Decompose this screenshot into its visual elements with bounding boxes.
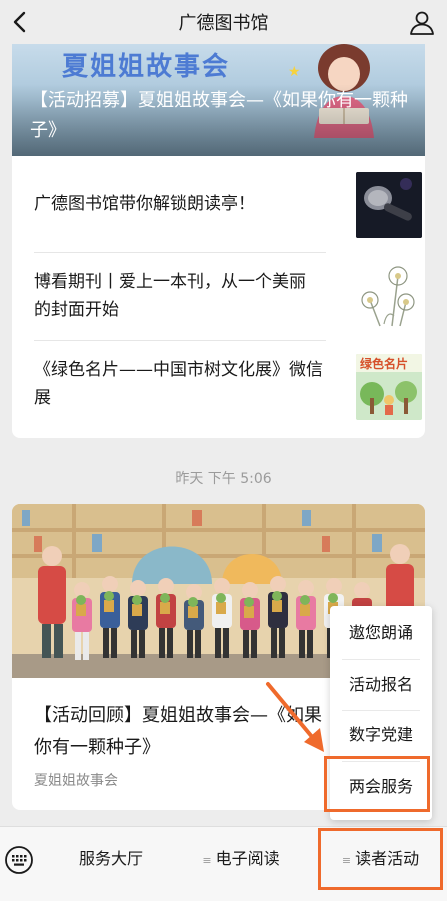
user-profile-icon[interactable] (409, 9, 435, 35)
list-item[interactable]: 《绿色名片——中国市树文化展》微信展 绿色名片 (34, 340, 422, 438)
pointer-arrow-icon (266, 682, 324, 752)
menu-item-party-building[interactable]: 数字党建 (330, 710, 432, 760)
svg-text:绿色名片: 绿色名片 (360, 356, 408, 371)
page-title: 广德图书馆 (178, 13, 269, 34)
list-item-title: 《绿色名片——中国市树文化展》微信展 (34, 360, 323, 408)
article-group-card: 夏姐姐故事会 ★ 【活动招募】夏姐姐故事会—《如果你有一颗种子》 广德图书馆带你… (12, 30, 425, 438)
microphone-thumbnail (356, 172, 422, 238)
list-item[interactable]: 广德图书馆带你解锁朗读亭！ (34, 156, 422, 253)
tab-label: 电子阅读 (215, 849, 280, 868)
nav-bar: 广德图书馆 (0, 0, 447, 44)
menu-item-registration[interactable]: 活动报名 (330, 660, 432, 710)
hero-article[interactable]: 夏姐姐故事会 ★ 【活动招募】夏姐姐故事会—《如果你有一颗种子》 (12, 30, 425, 156)
highlight-box-tab (318, 828, 443, 890)
message-timestamp: 昨天 下午 5:06 (175, 471, 272, 487)
keyboard-icon[interactable] (4, 845, 34, 875)
list-item-title: 博看期刊丨爱上一本刊，从一个美丽的封面开始 (34, 272, 306, 320)
list-item[interactable]: 博看期刊丨爱上一本刊，从一个美丽的封面开始 (34, 252, 422, 341)
tab-e-reading[interactable]: ≡ 电子阅读 (176, 827, 306, 891)
article-source: 夏姐姐故事会 (34, 773, 118, 789)
menu-lines-icon: ≡ (202, 854, 212, 867)
menu-item-recital[interactable]: 遨您朗诵 (330, 608, 432, 658)
tab-label: 服务大厅 (78, 849, 143, 868)
highlight-box-menu-item (324, 756, 430, 812)
green-card-thumbnail: 绿色名片 (356, 354, 422, 420)
list-item-title: 广德图书馆带你解锁朗读亭！ (34, 194, 255, 214)
daisy-thumbnail (356, 264, 422, 330)
tab-service-hall[interactable]: 服务大厅 (56, 827, 166, 891)
hero-title: 【活动招募】夏姐姐故事会—《如果你有一颗种子》 (30, 90, 408, 141)
banner-text: 夏姐姐故事会 (62, 52, 231, 82)
